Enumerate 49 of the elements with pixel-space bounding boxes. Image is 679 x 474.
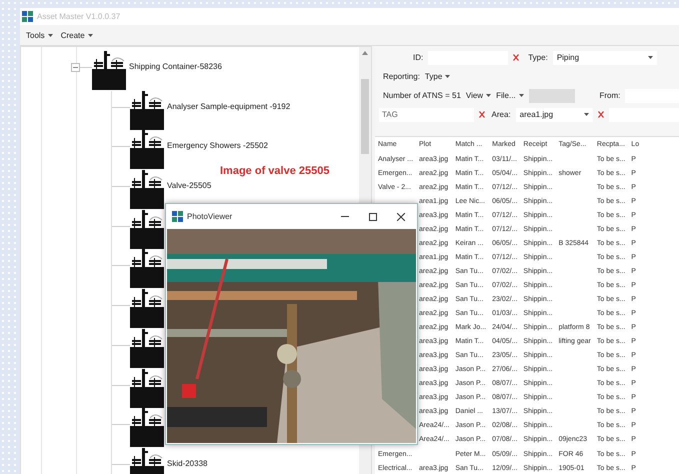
dropdown[interactable]: area1.jpg bbox=[516, 108, 594, 122]
input-field bbox=[528, 88, 574, 102]
equipment-icon bbox=[92, 51, 126, 91]
tree-item[interactable]: Valve-25505 bbox=[167, 181, 212, 190]
equipment-icon bbox=[130, 90, 164, 131]
clear-icon[interactable] bbox=[513, 54, 520, 61]
dropdown[interactable]: Piping bbox=[552, 50, 657, 64]
field-label: Reporting: bbox=[383, 72, 420, 81]
menu-button[interactable]: File... bbox=[496, 91, 524, 100]
input-field[interactable]: TAG bbox=[379, 108, 474, 122]
clear-icon[interactable] bbox=[478, 111, 485, 118]
collapse-icon[interactable] bbox=[71, 63, 80, 72]
equipment-icon bbox=[130, 130, 164, 170]
scroll-up-icon[interactable] bbox=[362, 51, 368, 55]
caret-icon bbox=[486, 94, 492, 97]
field-label: Type: bbox=[528, 53, 548, 62]
clear-icon[interactable] bbox=[598, 111, 604, 118]
menu-button[interactable]: Type bbox=[424, 72, 450, 81]
caret-icon bbox=[648, 56, 653, 59]
equipment-icon bbox=[130, 328, 164, 369]
annotation-text: Image of valve 25505 bbox=[220, 165, 330, 177]
app-icon bbox=[22, 11, 33, 22]
equipment-icon bbox=[130, 210, 164, 250]
app-icon bbox=[172, 211, 183, 222]
maximize-icon[interactable] bbox=[369, 212, 377, 220]
window-title: Asset Master V1.0.0.37 bbox=[37, 12, 120, 21]
equipment-icon bbox=[130, 289, 164, 330]
equipment-icon bbox=[130, 170, 164, 210]
close-icon[interactable] bbox=[397, 212, 405, 220]
equipment-icon bbox=[130, 249, 164, 290]
menu-item[interactable]: Tools bbox=[26, 30, 53, 40]
tree-item[interactable]: Skid-20338 bbox=[167, 458, 208, 468]
field-label: ID: bbox=[413, 53, 424, 62]
tree-item[interactable]: Analyser Sample-equipment -9192 bbox=[167, 102, 290, 111]
caret-icon bbox=[518, 94, 524, 97]
menu-item[interactable]: Create bbox=[60, 30, 93, 40]
caret-icon bbox=[584, 113, 590, 116]
tree-item[interactable]: Shipping Container-58236 bbox=[129, 62, 222, 71]
count-label: Number of ATNS = 51 bbox=[383, 91, 461, 100]
menu-button[interactable]: View bbox=[466, 91, 492, 100]
field-label: Area: bbox=[492, 110, 511, 119]
scrollbar-thumb[interactable] bbox=[361, 79, 369, 154]
caret-icon bbox=[445, 75, 450, 78]
tree-item[interactable]: Emergency Showers -25502 bbox=[167, 141, 268, 150]
window-title: PhotoViewer bbox=[187, 212, 234, 221]
caret-icon bbox=[88, 34, 93, 36]
caret-icon bbox=[48, 34, 53, 36]
field-label: From: bbox=[600, 91, 620, 100]
equipment-icon bbox=[130, 368, 164, 408]
